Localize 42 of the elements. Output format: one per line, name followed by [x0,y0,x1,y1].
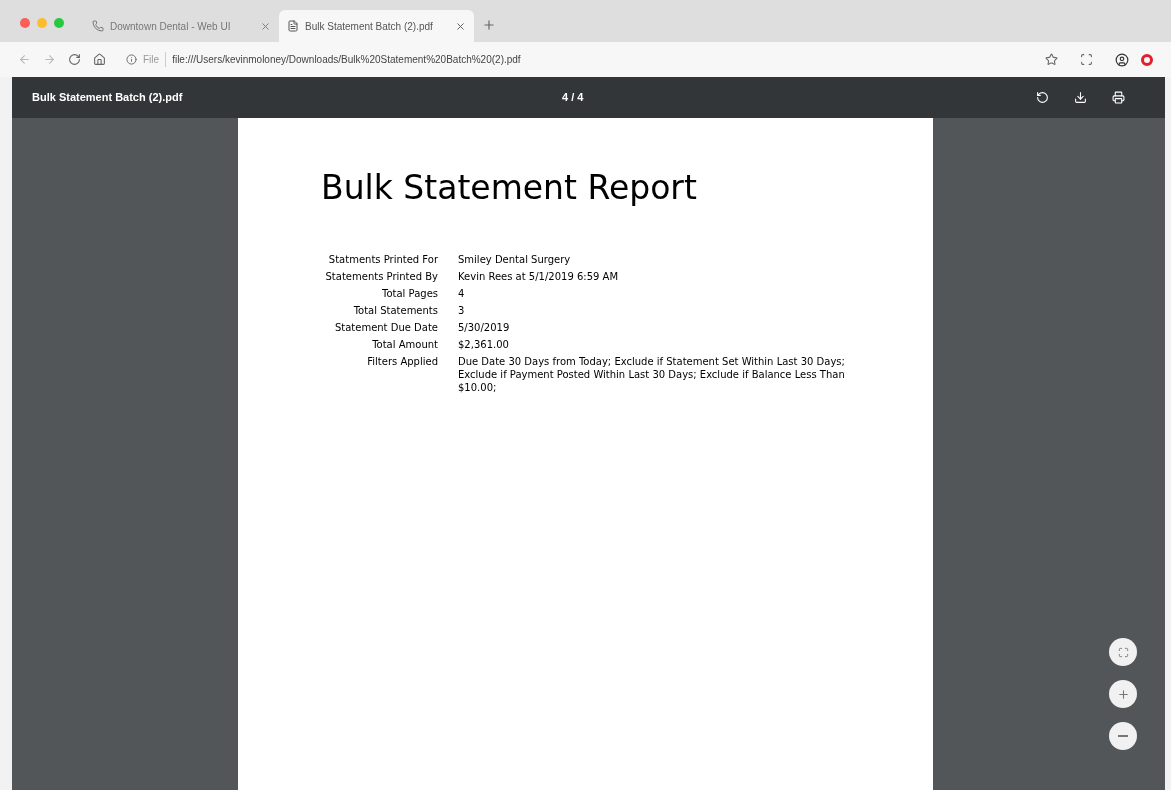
field-label: Statments Printed For [327,252,438,266]
download-icon[interactable] [1074,91,1087,104]
file-chip: File [143,52,167,67]
minus-icon [1118,735,1128,737]
field-value: $2,361.00 [458,337,510,351]
field-label: Total Statements [352,303,438,317]
field-label: Total Amount [371,337,438,351]
url-text: file:///Users/kevinmoloney/Downloads/Bulk%20Statement%20Batch%20(2).pdf [172,53,521,67]
page-indicator: 4 / 4 [562,90,584,106]
browser-tab[interactable]: Downtown Dental - Web UI [84,10,279,42]
tab-title: Bulk Statement Batch (2).pdf [305,19,434,34]
close-icon[interactable] [260,20,271,32]
zoom-in-button[interactable] [1109,680,1137,708]
field-value: Kevin Rees at 5/1/2019 6:59 AM [458,269,620,283]
field-value: 3 [458,303,466,317]
reload-icon[interactable] [68,53,81,66]
phone-icon [92,20,104,32]
field-label: Statement Due Date [333,320,438,334]
rotate-icon[interactable] [1036,91,1049,104]
account-icon[interactable] [1115,52,1129,67]
print-icon[interactable] [1112,91,1125,104]
field-value: Smiley Dental Surgery [458,252,572,266]
home-icon[interactable] [93,53,106,66]
close-icon[interactable] [455,20,466,32]
plus-icon [1116,687,1130,701]
info-icon [126,54,137,65]
document-icon [287,20,299,32]
report-title: Bulk Statement Report [321,167,698,209]
fit-page-button[interactable] [1109,638,1137,666]
field-value: 4 [458,286,466,300]
bookmark-star-icon[interactable] [1045,53,1058,66]
tab-title: Downtown Dental - Web UI [110,19,232,34]
fit-page-icon [1117,646,1129,658]
file-name: Bulk Statement Batch (2).pdf [32,90,184,106]
zoom-out-button[interactable] [1109,722,1137,750]
field-label: Filters Applied [366,354,438,369]
field-value: Due Date 30 Days from Today; Exclude if Statement Set Within Last 30 Days; Exclude if Payment Posted Within Last 30 Days; Exclude if Balance Less Than $10.00; [458,354,846,394]
browser-tab[interactable]: Bulk Statement Batch (2).pdf [279,10,474,42]
field-value: 5/30/2019 [458,320,511,334]
extension-icon[interactable] [1141,53,1153,66]
field-label: Statements Printed By [324,269,438,283]
field-label: Total Pages [381,286,438,300]
